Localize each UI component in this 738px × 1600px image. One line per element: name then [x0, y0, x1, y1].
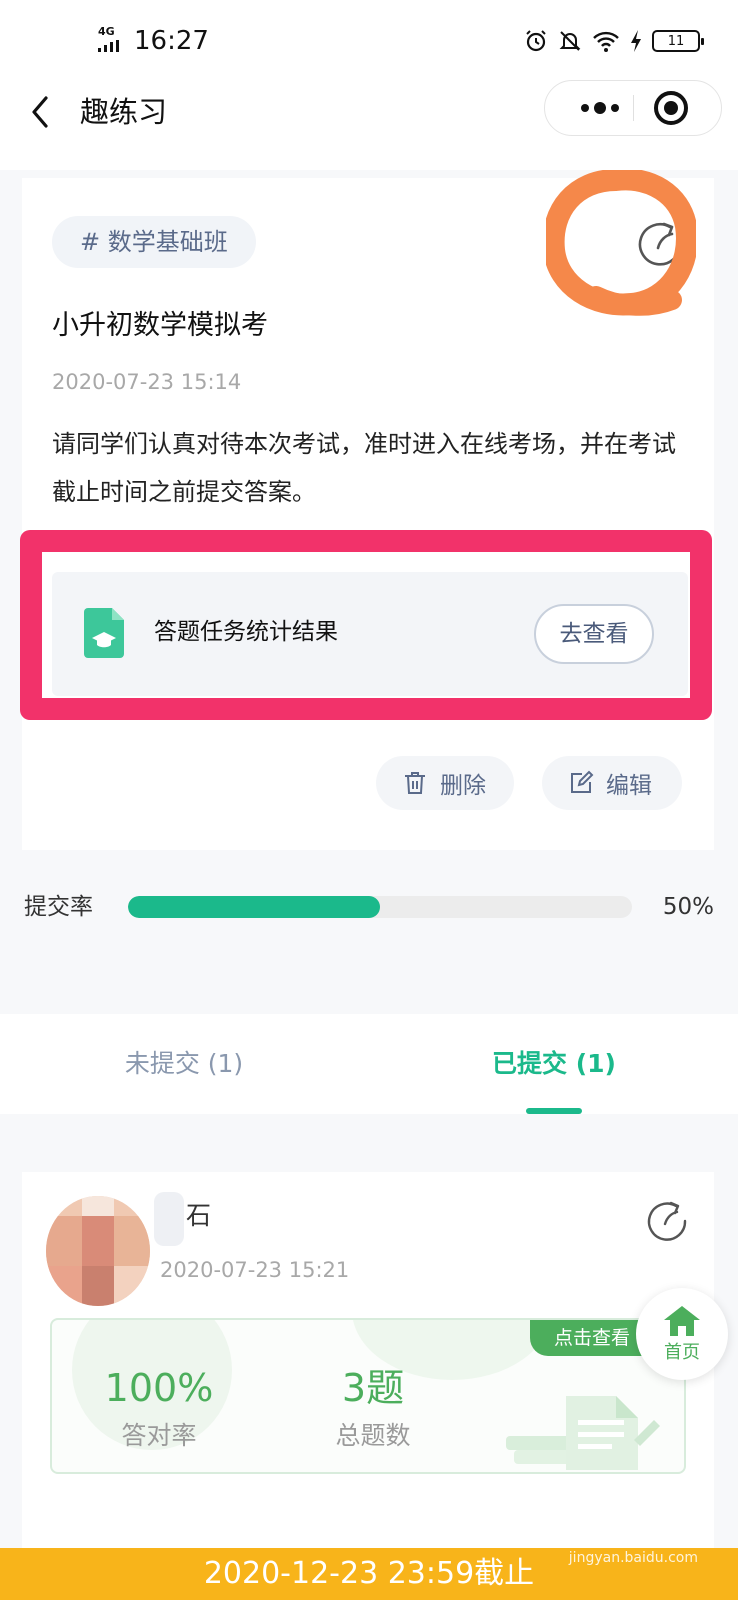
tab-not-submitted[interactable]: 未提交 (1) — [34, 1044, 334, 1084]
submission-date: 2020-07-23 15:21 — [160, 1258, 350, 1282]
back-arrow-icon[interactable] — [26, 92, 56, 132]
home-label: 首页 — [664, 1342, 700, 1363]
home-icon — [664, 1306, 700, 1336]
accuracy-value: 100% — [104, 1366, 214, 1410]
nav-bar: 趣练习 — [0, 80, 738, 170]
edit-label: 编辑 — [606, 773, 652, 799]
task-date: 2020-07-23 15:14 — [52, 370, 242, 394]
avatar — [46, 1196, 150, 1306]
battery-icon: 11 — [652, 30, 704, 52]
progress-label: 提交率 — [24, 894, 93, 920]
delete-label: 删除 — [440, 773, 486, 799]
accuracy-stat: 100% 答对率 — [104, 1366, 214, 1456]
total-value: 3题 — [341, 1366, 405, 1410]
page-title: 趣练习 — [80, 95, 168, 129]
total-stat: 3题 总题数 — [318, 1366, 428, 1456]
battery-level: 11 — [667, 33, 685, 49]
status-icons: 11 — [524, 26, 704, 56]
total-label: 总题数 — [335, 1421, 411, 1450]
progress-fill — [128, 896, 380, 918]
active-tab-indicator — [526, 1108, 582, 1114]
signal-icon — [98, 40, 119, 52]
network-type: 4G — [98, 25, 115, 38]
student-name: 石 — [186, 1201, 212, 1230]
watermark-url: jingyan.baidu.com — [568, 1550, 698, 1566]
home-button[interactable]: 首页 — [636, 1288, 728, 1380]
mute-icon — [559, 31, 581, 51]
documents-illustration — [506, 1396, 660, 1470]
wifi-icon — [593, 31, 619, 52]
delete-button[interactable]: 删除 — [376, 756, 514, 810]
alarm-icon — [526, 30, 546, 52]
trash-icon — [405, 772, 425, 794]
submission-rate: 提交率 50% — [0, 880, 738, 940]
charging-icon — [631, 30, 641, 52]
task-description: 请同学们认真对待本次考试，准时进入在线考场，并在考试截止时间之前提交答案。 — [52, 430, 676, 506]
target-icon[interactable] — [653, 90, 689, 126]
accuracy-label: 答对率 — [121, 1421, 197, 1450]
progress-value: 50% — [662, 894, 714, 920]
capsule-divider — [633, 95, 634, 121]
submission-card[interactable]: 石 2020-07-23 15:21 100% 答对率 3题 总题数 点击查看 — [22, 1172, 714, 1552]
task-title: 小升初数学模拟考 — [52, 310, 268, 341]
tab-submitted[interactable]: 已提交 (1) — [404, 1044, 704, 1084]
result-stats-panel[interactable]: 100% 答对率 3题 总题数 点击查看 — [50, 1318, 686, 1474]
highlight-rectangle — [20, 530, 712, 720]
class-tag[interactable]: # 数学基础班 — [52, 216, 256, 268]
progress-track — [128, 896, 632, 918]
mini-program-capsule — [544, 80, 722, 136]
watermark-logo: Baidu经验 — [562, 1516, 698, 1546]
submission-tabs: 未提交 (1) 已提交 (1) — [0, 1014, 738, 1114]
status-time: 16:27 — [134, 26, 209, 56]
status-bar: 4G 16:27 11 — [0, 0, 738, 80]
edit-button[interactable]: 编辑 — [542, 756, 682, 810]
more-dots-icon[interactable] — [571, 81, 629, 135]
share-icon[interactable] — [644, 1196, 690, 1242]
highlight-circle — [546, 170, 696, 316]
edit-icon — [571, 770, 594, 793]
name-blur — [154, 1192, 184, 1246]
